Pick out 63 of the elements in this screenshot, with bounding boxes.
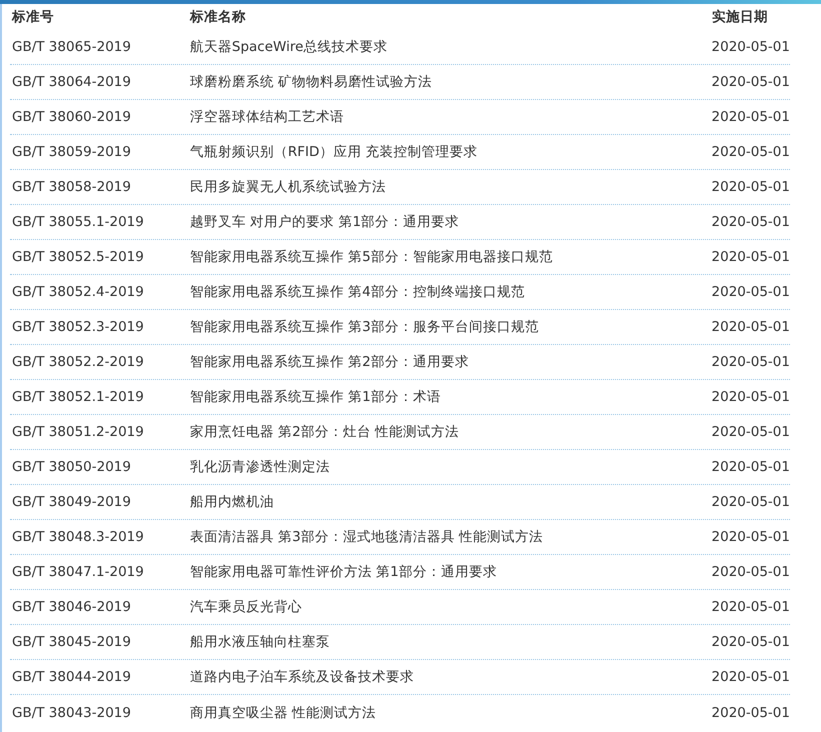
table-cell-text: 船用内燃机油 <box>190 493 275 511</box>
table-cell-text: GB/T 38043-2019 <box>11 704 132 720</box>
column-header: 标准号 <box>10 8 55 26</box>
table-cell-text: GB/T 38047.1-2019 <box>11 564 145 580</box>
column-header: 实施日期 <box>712 8 769 26</box>
table-cell: 2020-05-01 <box>712 354 790 370</box>
table-cell-text: 家用烹饪电器 第2部分：灶台 性能测试方法 <box>190 423 460 441</box>
table-cell-text: GB/T 38052.4-2019 <box>11 284 145 300</box>
table-cell-text: 气瓶射频识别（RFID）应用 充装控制管理要求 <box>190 143 479 161</box>
column-header: 标准名称 <box>190 8 247 26</box>
table-cell-text: GB/T 38064-2019 <box>11 74 132 90</box>
table-cell-text: GB/T 38044-2019 <box>11 669 132 685</box>
table-cell: 2020-05-01 <box>712 109 790 125</box>
table-cell-text: GB/T 38049-2019 <box>11 494 132 510</box>
table-cell-text: 船用水液压轴向柱塞泵 <box>190 633 331 651</box>
table-cell: 2020-05-01 <box>712 284 790 300</box>
table-cell: 2020-05-01 <box>712 494 790 510</box>
table-cell-text: 浮空器球体结构工艺术语 <box>190 108 345 126</box>
table-cell-text: 智能家用电器系统互操作 第4部分：控制终端接口规范 <box>190 283 526 301</box>
table-cell-text: 智能家用电器可靠性评价方法 第1部分：通用要求 <box>190 563 498 581</box>
table-cell-text: GB/T 38050-2019 <box>11 459 132 475</box>
table-cell-text: 汽车乘员反光背心 <box>190 598 303 616</box>
table-cell-text: 越野叉车 对用户的要求 第1部分：通用要求 <box>190 213 460 231</box>
table-cell: 2020-05-01 <box>712 389 790 405</box>
table-cell-text: 智能家用电器系统互操作 第2部分：通用要求 <box>190 353 470 371</box>
table-cell-text: 道路内电子泊车系统及设备技术要求 <box>190 668 415 686</box>
table-cell: 2020-05-01 <box>712 74 790 90</box>
table-cell-text: GB/T 38055.1-2019 <box>11 214 145 230</box>
table-cell-text: GB/T 38051.2-2019 <box>11 424 145 440</box>
table-cell-text: GB/T 38052.3-2019 <box>11 319 145 335</box>
table-cell-text: 民用多旋翼无人机系统试验方法 <box>190 178 387 196</box>
table-cell-text: 表面清洁器具 第3部分：湿式地毯清洁器具 性能测试方法 <box>190 528 544 546</box>
table-cell: 2020-05-01 <box>712 704 790 720</box>
table-cell: 2020-05-01 <box>712 669 790 685</box>
table-cell-text: 智能家用电器系统互操作 第3部分：服务平台间接口规范 <box>190 318 540 336</box>
table-cell-text: GB/T 38048.3-2019 <box>11 529 145 545</box>
table-cell-text: GB/T 38052.2-2019 <box>11 354 145 370</box>
table-cell: 2020-05-01 <box>712 249 790 265</box>
table-cell-text: GB/T 38052.5-2019 <box>11 249 145 265</box>
table-cell-text: 乳化沥青渗透性测定法 <box>190 458 331 476</box>
table-cell-text: GB/T 38060-2019 <box>11 109 132 125</box>
table-cell-text: GB/T 38065-2019 <box>11 39 132 55</box>
table-cell: 2020-05-01 <box>712 179 790 195</box>
table-cell-text: 智能家用电器系统互操作 第5部分：智能家用电器接口规范 <box>190 248 554 266</box>
table-cell-text: GB/T 38058-2019 <box>11 179 132 195</box>
table-cell-text: GB/T 38046-2019 <box>11 599 132 615</box>
table-cell: 2020-05-01 <box>712 529 790 545</box>
table-cell: 2020-05-01 <box>712 459 790 475</box>
table-cell-text: 航天器SpaceWire总线技术要求 <box>190 38 388 56</box>
table-cell-text: GB/T 38059-2019 <box>11 144 132 160</box>
table-cell-text: GB/T 38052.1-2019 <box>11 389 145 405</box>
table-cell: 2020-05-01 <box>712 214 790 230</box>
table-cell: 2020-05-01 <box>712 144 790 160</box>
table-cell: 2020-05-01 <box>712 634 790 650</box>
table-cell-text: 球磨粉磨系统 矿物物料易磨性试验方法 <box>190 73 434 91</box>
table-cell: 2020-05-01 <box>712 599 790 615</box>
table-cell-text: 智能家用电器系统互操作 第1部分：术语 <box>190 388 442 406</box>
table-cell: 2020-05-01 <box>712 424 790 440</box>
table-cell: 2020-05-01 <box>712 319 790 335</box>
table-cell: 2020-05-01 <box>712 39 790 55</box>
table-cell: 2020-05-01 <box>712 564 790 580</box>
table-cell-text: 商用真空吸尘器 性能测试方法 <box>190 704 378 722</box>
table-cell-text: GB/T 38045-2019 <box>11 634 132 650</box>
